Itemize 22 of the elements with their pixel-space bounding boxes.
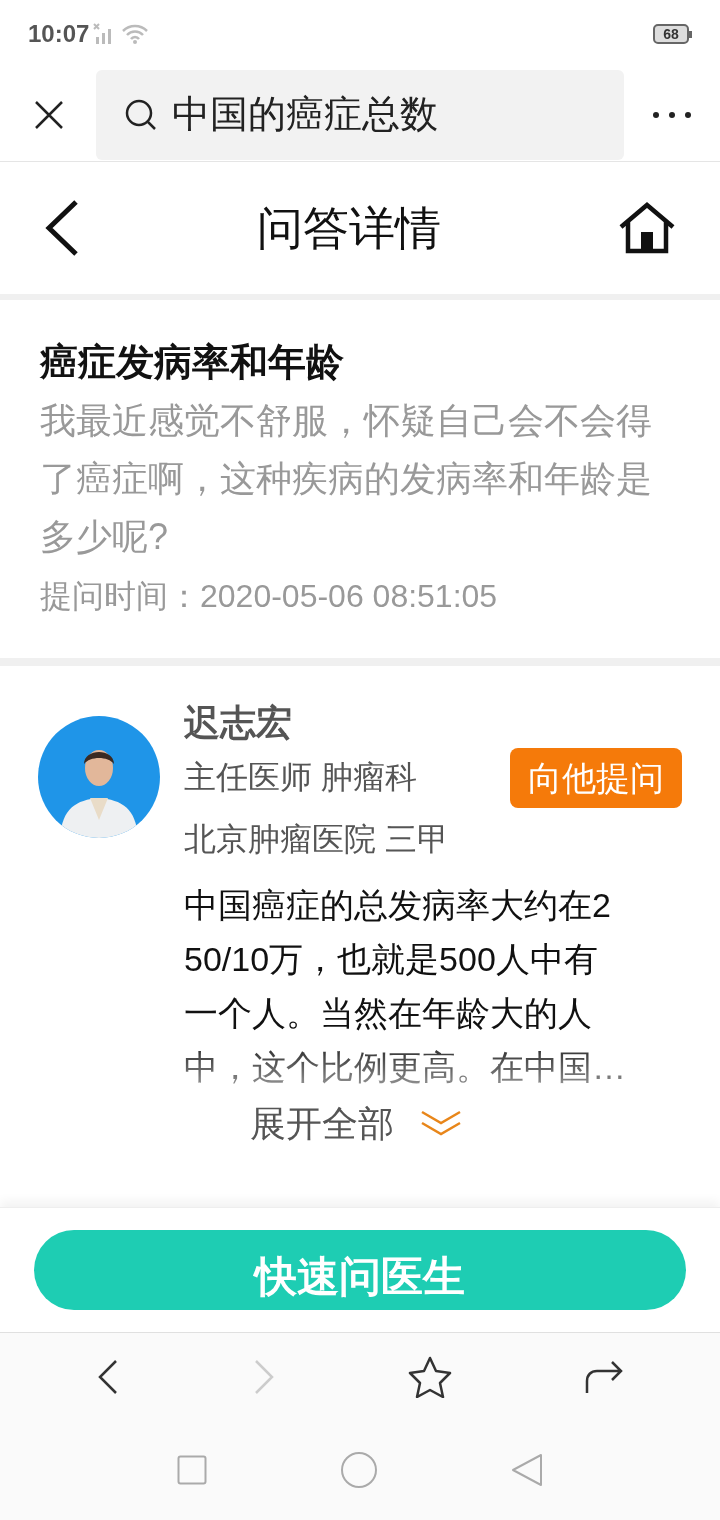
question-text: 我最近感觉不舒服，怀疑自己会不会得了癌症啊，这种疾病的发病率和年龄是多少呢? [40, 399, 653, 559]
home-icon[interactable] [618, 202, 676, 254]
expand-link[interactable]: 展开全部 [250, 1096, 394, 1152]
share-icon[interactable] [584, 1358, 624, 1395]
wifi-icon [121, 23, 150, 45]
search-text: 中国的癌症总数 [172, 92, 438, 137]
back-icon[interactable] [44, 199, 80, 257]
question-title: 癌症发病率和年龄 [40, 340, 345, 385]
doctor-title: 主任医师 肿瘤科 [184, 758, 417, 797]
page-title: 问答详情 [257, 200, 441, 256]
back-icon[interactable] [96, 1358, 120, 1395]
close-icon[interactable] [34, 99, 64, 130]
double-chevron-icon[interactable] [420, 1110, 462, 1138]
search-icon [124, 97, 158, 132]
more-icon[interactable] [652, 109, 692, 120]
status-time: 10:07 [28, 19, 90, 49]
search-field[interactable]: 中国的癌症总数 [96, 69, 624, 160]
question-time: 提问时间：2020-05-06 08:51:05 [40, 577, 499, 616]
doctor-name: 迟志宏 [184, 701, 293, 745]
battery-level: 68 [653, 24, 689, 44]
star-icon[interactable] [408, 1355, 452, 1398]
hospital-name: 北京肿瘤医院 三甲 [184, 820, 449, 859]
